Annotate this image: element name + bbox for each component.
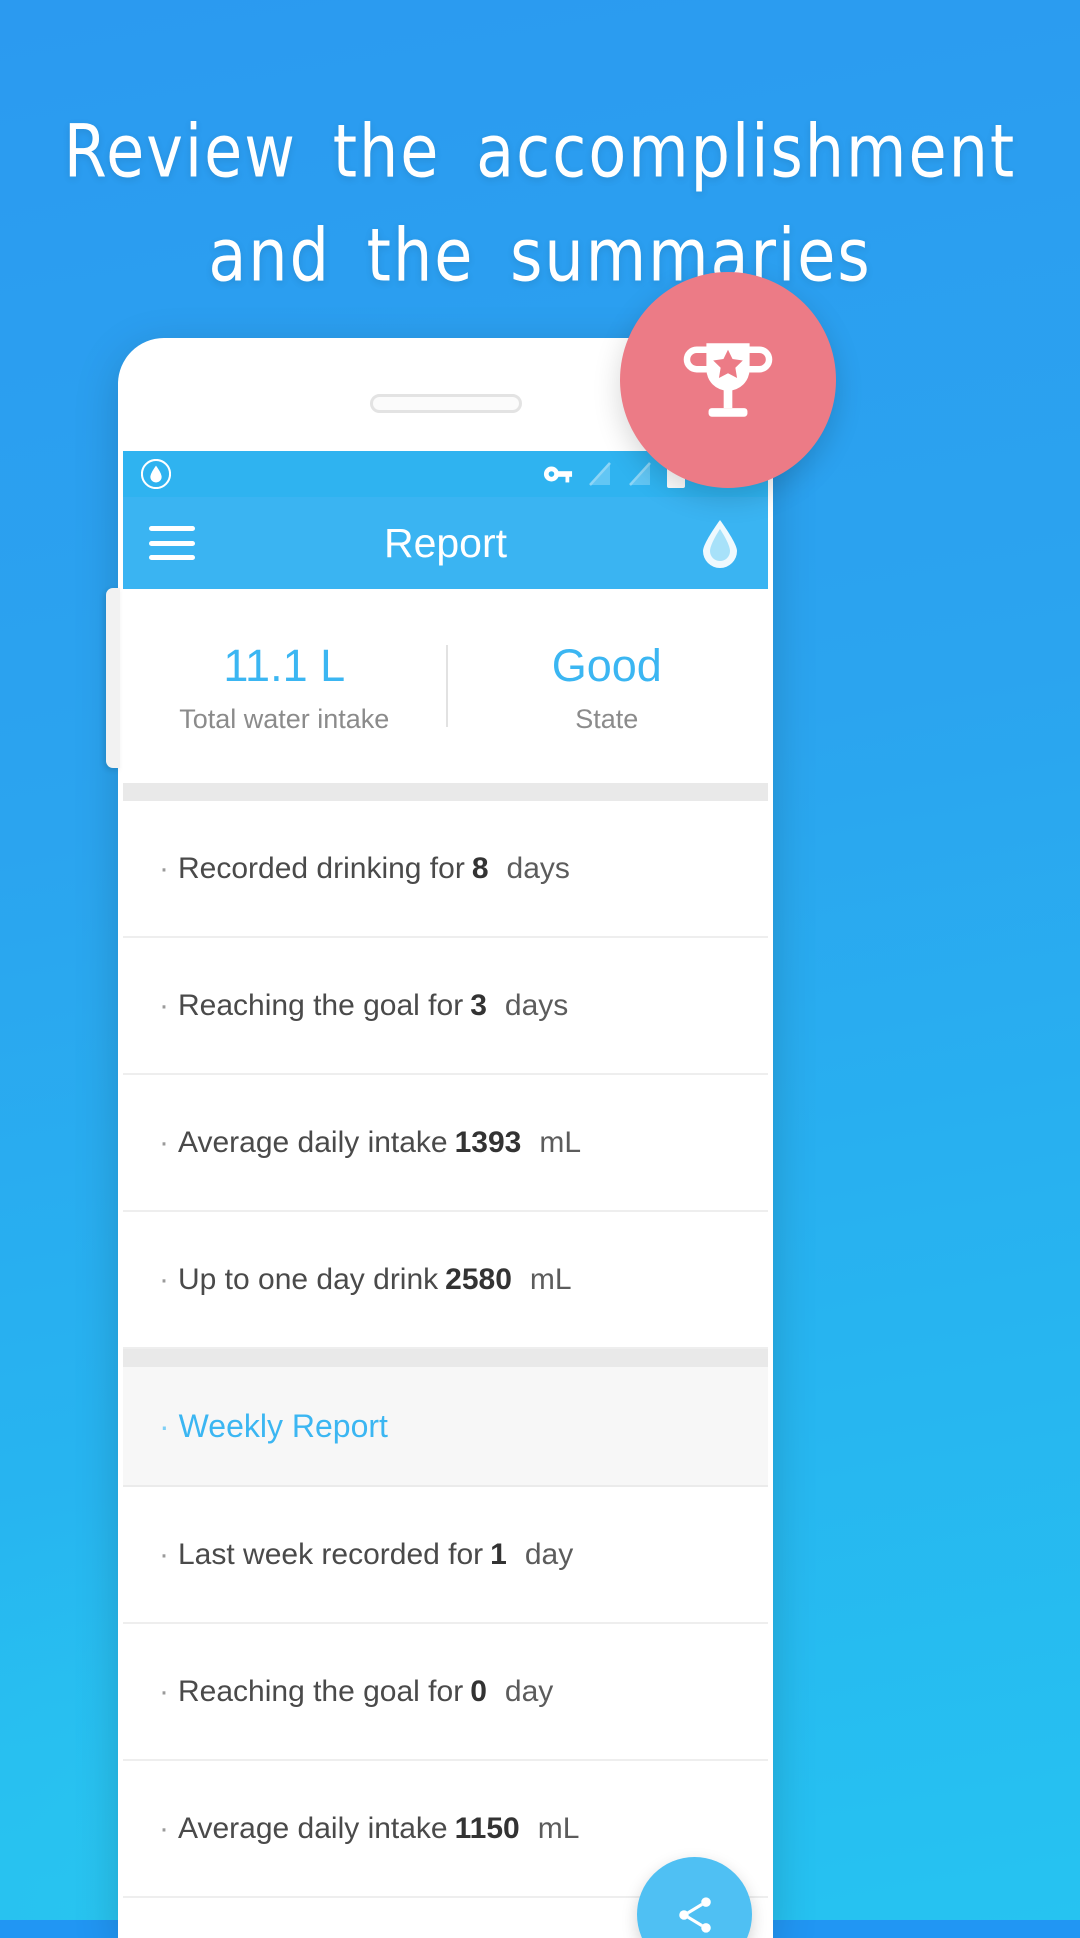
row-value: 8 <box>471 851 489 885</box>
row-unit: day <box>504 1674 554 1708</box>
key-icon <box>544 466 573 483</box>
row-label: Reaching the goal for <box>178 1674 464 1708</box>
total-intake-value: 11.1 L <box>223 639 346 691</box>
row-value: 0 <box>470 1674 487 1708</box>
row-value: 1150 <box>454 1811 520 1845</box>
promo-headline: Review the accomplishment and the summar… <box>0 100 1080 308</box>
row-unit: days <box>504 988 569 1022</box>
row-value: 3 <box>470 988 487 1022</box>
summary-total-intake: 11.1 L Total water intake <box>123 638 446 735</box>
achievement-badge <box>620 272 836 488</box>
hamburger-menu-icon[interactable] <box>149 526 195 560</box>
section-separator <box>123 1349 768 1367</box>
row-label: Reaching the goal for <box>178 988 464 1022</box>
row-label: Average daily intake <box>178 1811 448 1845</box>
bullet: · <box>159 1407 170 1444</box>
bullet: · <box>159 1125 169 1159</box>
row-unit: days <box>506 851 570 885</box>
phone-mockup: 3:58 Report 11.1 L Total water intake Go… <box>106 338 773 1938</box>
bullet: · <box>159 851 169 885</box>
summary-card: 11.1 L Total water intake Good State <box>123 589 768 783</box>
summary-divider <box>445 645 448 727</box>
table-row[interactable]: · Recorded drinking for 8 days <box>123 801 768 938</box>
bullet: · <box>159 1674 169 1708</box>
signal-off-icon <box>589 462 612 486</box>
state-value: Good <box>551 639 662 691</box>
row-unit: mL <box>537 1811 580 1845</box>
page-title: Report <box>383 519 508 566</box>
row-value: 1393 <box>454 1125 522 1159</box>
section-header-weekly-report[interactable]: · Weekly Report <box>123 1367 768 1487</box>
bullet: · <box>159 988 169 1022</box>
bullet: · <box>159 1811 169 1845</box>
status-bar-left <box>141 459 171 489</box>
phone-screen: 3:58 Report 11.1 L Total water intake Go… <box>123 451 768 1938</box>
headline-line-1: Review the accomplishment <box>63 108 1017 195</box>
table-row[interactable]: · Last week recorded for 1 day <box>123 1487 768 1624</box>
row-label: Average daily intake <box>178 1125 448 1159</box>
phone-speaker <box>369 394 522 413</box>
row-unit: day <box>524 1537 574 1571</box>
row-label: Recorded drinking for <box>178 851 465 885</box>
headline-line-2: and the summaries <box>208 212 872 299</box>
row-unit: mL <box>529 1262 572 1296</box>
total-intake-label: Total water intake <box>179 703 390 734</box>
row-label: Last week recorded for <box>178 1537 484 1571</box>
water-drop-icon <box>141 459 171 489</box>
bullet: · <box>159 1262 169 1296</box>
table-row[interactable]: · Average daily intake 1393 mL <box>123 1075 768 1212</box>
row-value: 2580 <box>445 1262 512 1296</box>
table-row[interactable]: · Reaching the goal for 3 days <box>123 938 768 1075</box>
trophy-icon <box>683 343 773 417</box>
bullet: · <box>159 1537 169 1571</box>
water-drop-icon[interactable] <box>698 517 742 569</box>
table-row[interactable]: · Up to one day drink 2580 mL <box>123 1212 768 1349</box>
row-value: 1 <box>490 1537 507 1571</box>
summary-state: Good State <box>446 638 769 735</box>
section-separator <box>123 783 768 801</box>
section-header-label: Weekly Report <box>178 1407 388 1444</box>
state-label: State <box>575 703 639 734</box>
table-row[interactable]: · Reaching the goal for 0 day <box>123 1624 768 1761</box>
phone-side-button <box>106 588 120 768</box>
row-unit: mL <box>539 1125 582 1159</box>
share-icon <box>678 1896 711 1933</box>
app-bar: Report <box>123 497 768 589</box>
signal-off-icon <box>629 462 652 486</box>
row-label: Up to one day drink <box>178 1262 439 1296</box>
